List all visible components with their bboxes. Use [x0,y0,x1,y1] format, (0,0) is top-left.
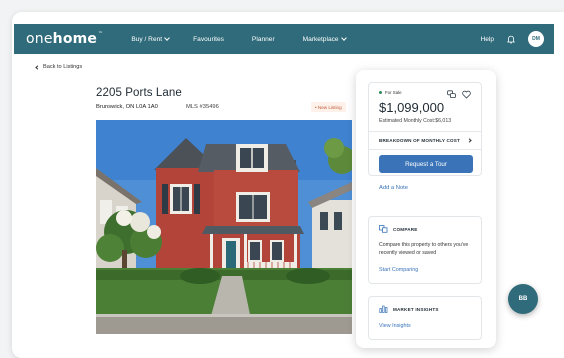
nav-links: Buy / Rent Favourites Planner Marketplac… [131,35,347,43]
chat-avatar-button[interactable]: BB [508,284,538,314]
logo-text-home: home [52,31,98,47]
nav-favourites[interactable]: Favourites [193,36,224,43]
house-photo-image [96,120,352,334]
view-insights-link[interactable]: View Insights [379,323,411,329]
divider [369,131,481,132]
bell-icon[interactable] [506,34,516,44]
listing-city: Brunswick, ON L0A 1A0 [96,104,158,110]
price-panel: For Sale $1,099,000 Estimated Monthly Co… [368,82,482,176]
bar-chart-icon [379,305,388,313]
breakdown-monthly-cost-link[interactable]: BREAKDOWN OF MONTHLY COST [379,138,472,143]
nav-buy-rent-label: Buy / Rent [131,35,163,43]
chevron-left-icon [35,64,40,70]
compare-panel: COMPARE Compare this property to others … [368,216,482,284]
user-avatar[interactable]: DM [528,31,544,47]
estimated-monthly-cost: Estimated Monthly Cost:$6,013 [379,118,452,124]
logo-text-one: one [26,31,53,47]
nav-favourites-label: Favourites [193,35,224,43]
insights-title: MARKET INSIGHTS [393,306,439,312]
market-insights-panel: MARKET INSIGHTS View Insights [368,296,482,340]
nav-buy-rent[interactable]: Buy / Rent [131,35,170,43]
breakdown-label: BREAKDOWN OF MONTHLY COST [379,138,461,143]
listing-price: $1,099,000 [379,100,445,115]
onehome-logo[interactable]: one home ™ [26,31,103,47]
nav-planner[interactable]: Planner [252,36,275,43]
add-note-link[interactable]: Add a Note [379,185,408,191]
share-chat-icon[interactable] [447,90,456,99]
compare-description: Compare this property to others you've r… [379,242,469,256]
top-navbar: one home ™ Buy / Rent Favourites Planner M… [14,24,554,54]
chevron-down-icon [340,35,347,41]
divider [369,149,481,150]
listing-mls-number: MLS #35496 [186,104,219,110]
logo-trademark: ™ [98,31,104,37]
back-label: Back to Listings [43,64,83,70]
property-photo[interactable] [96,120,352,334]
compare-icon [379,225,388,233]
new-listing-badge: • New Listing [311,102,346,112]
listing-address: 2205 Ports Lane [96,87,182,99]
compare-title: COMPARE [393,226,418,232]
nav-marketplace[interactable]: Marketplace [302,35,347,43]
chevron-down-icon [164,35,170,41]
status-label: For Sale [385,90,402,95]
back-to-listings-link[interactable]: Back to Listings [35,64,83,70]
request-tour-button[interactable]: Request a Tour [379,155,473,173]
start-comparing-link[interactable]: Start Comparing [379,267,418,273]
listing-summary-card: For Sale $1,099,000 Estimated Monthly Co… [356,70,496,348]
heart-icon[interactable] [462,90,471,99]
status-badge: For Sale [379,90,402,95]
nav-marketplace-label: Marketplace [302,35,339,43]
status-dot-icon [379,91,382,94]
chevron-right-icon [467,138,472,143]
nav-planner-label: Planner [251,35,275,43]
help-link[interactable]: Help [480,36,494,43]
